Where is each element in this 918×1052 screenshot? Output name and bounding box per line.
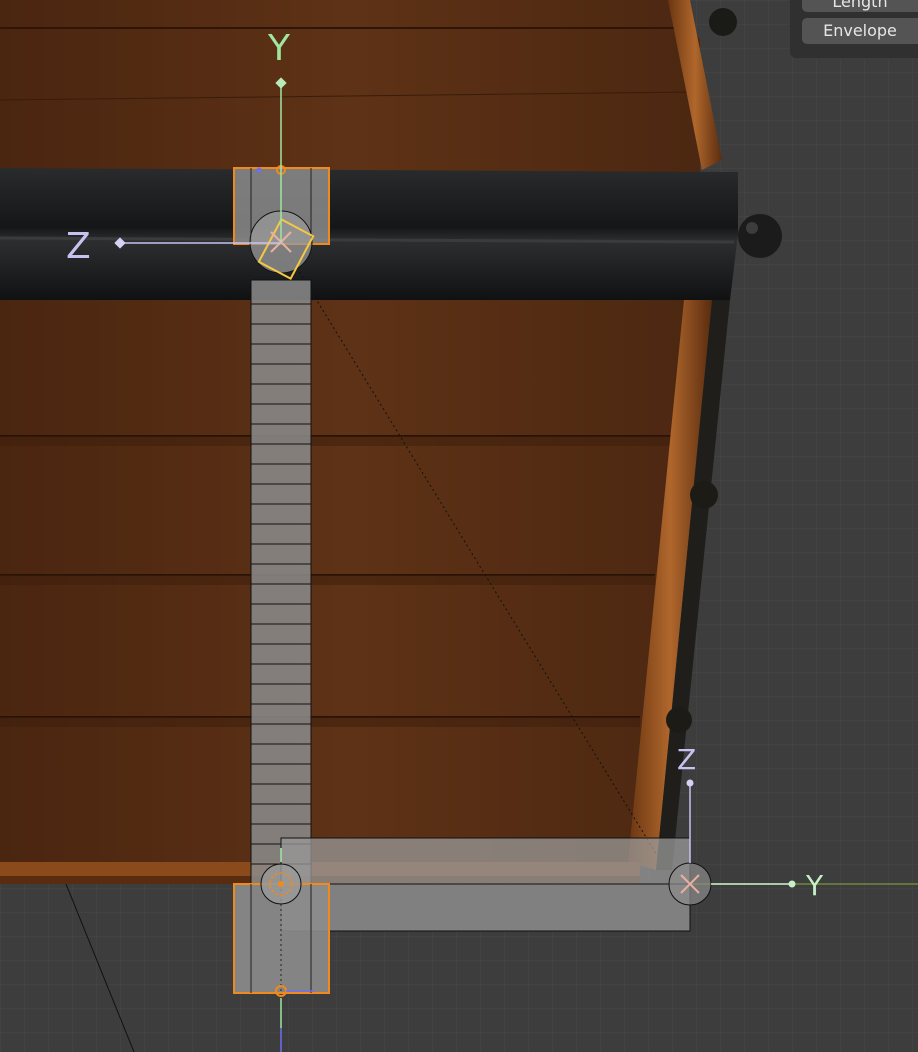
bone-bottom-joint-dot [278,881,284,887]
metal-band [0,168,738,300]
gizmo-bottom-y-label: Y [805,869,824,902]
gizmo-bottom-z-handle[interactable] [686,779,694,787]
gizmo-top-z-label: Z [66,226,91,267]
body-shadow-band-1 [0,436,672,446]
body-rivet-2 [666,707,692,733]
body-shadow-band-3 [0,717,640,727]
band-knob-highlight [746,222,758,234]
length-button[interactable]: Length [802,0,918,12]
envelope-button[interactable]: Envelope [802,18,918,44]
body-rivet-1 [690,481,718,509]
treasure-chest [0,0,782,884]
gizmo-bottom-y-handle[interactable] [788,880,796,888]
3d-viewport[interactable]: Y Z Z Y Length Envelope [0,0,918,1052]
bone-display-panel: Length Envelope [790,0,918,58]
top-axis-dot-blue [256,167,262,173]
bone-horizontal[interactable] [280,837,691,932]
bone-vertical-body[interactable] [250,279,312,885]
band-knob [738,214,782,258]
bone-horizontal-upper[interactable] [280,837,691,885]
gizmo-bottom-z-label: Z [677,743,696,776]
body-shadow-band-2 [0,575,655,585]
chest-lid [0,0,700,172]
viewport-canvas[interactable]: Y Z Z Y [0,0,918,1052]
bone-horizontal-lower[interactable] [280,883,691,932]
gizmo-top-y-label: Y [267,28,291,69]
lid-rivet [709,8,737,36]
